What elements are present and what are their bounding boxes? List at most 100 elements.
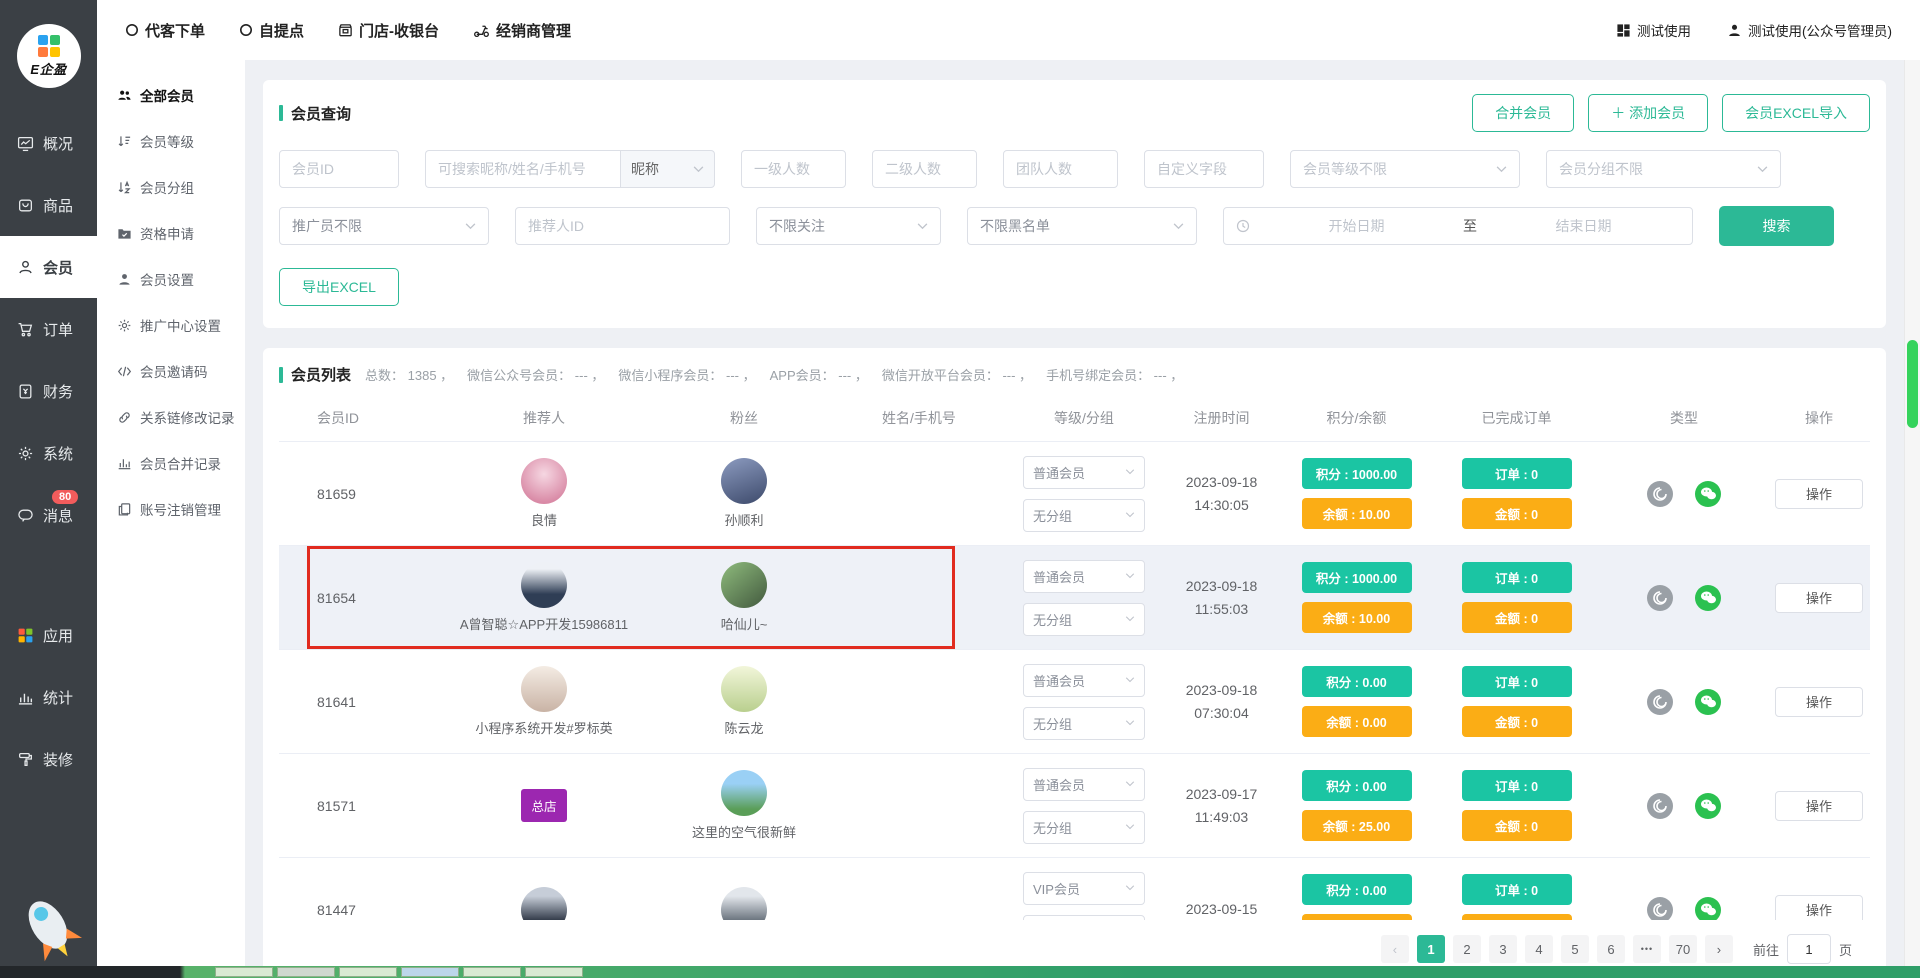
referrer-id-input[interactable] bbox=[515, 207, 730, 245]
group-select[interactable]: 无分组 bbox=[1023, 811, 1145, 844]
person-icon bbox=[117, 272, 132, 287]
wechat-type-icon bbox=[1695, 481, 1721, 507]
sidebar-item-members[interactable]: 会员 bbox=[0, 236, 97, 298]
keyword-input[interactable] bbox=[425, 150, 620, 188]
level2-count-input[interactable] bbox=[872, 150, 977, 188]
sidebar-item-apps[interactable]: 应用 bbox=[0, 604, 97, 666]
merge-members-button[interactable]: 合并会员 bbox=[1472, 94, 1574, 132]
gear-icon bbox=[17, 445, 34, 462]
test-account-label: 测试使用 bbox=[1637, 20, 1691, 40]
submenu-item-relation-log[interactable]: 关系链修改记录 bbox=[97, 394, 245, 440]
custom-field-input[interactable] bbox=[1144, 150, 1264, 188]
member-list-card: 会员列表 总数： 1385 ， 微信公众号会员： --- ， 微信小程序会员： … bbox=[263, 348, 1886, 978]
level-select[interactable]: 普通会员 bbox=[1023, 664, 1145, 697]
sidebar-item-statistics[interactable]: 统计 bbox=[0, 666, 97, 728]
row-action-button[interactable]: 操作 bbox=[1775, 687, 1863, 717]
test-account-entry[interactable]: 测试使用 bbox=[1616, 20, 1691, 40]
fan-avatar[interactable] bbox=[721, 458, 767, 504]
sidebar-item-system[interactable]: 系统 bbox=[0, 422, 97, 484]
team-count-input[interactable] bbox=[1003, 150, 1118, 188]
page-ellipsis[interactable]: ••• bbox=[1633, 935, 1661, 963]
sidebar-item-messages[interactable]: 消息 80 bbox=[0, 484, 97, 546]
submenu-item-invite-code[interactable]: 会员邀请码 bbox=[97, 348, 245, 394]
orders-badge: 订单 : 0 bbox=[1462, 770, 1572, 801]
page-button-6[interactable]: 6 bbox=[1597, 935, 1625, 963]
row-action-button[interactable]: 操作 bbox=[1775, 479, 1863, 509]
topnav-item-store-cashier[interactable]: 门店-收银台 bbox=[338, 20, 439, 41]
level-select[interactable]: 普通会员 bbox=[1023, 768, 1145, 801]
current-user[interactable]: 测试使用(公众号管理员) bbox=[1727, 20, 1892, 40]
add-member-button[interactable]: ＋ 添加会员 bbox=[1588, 94, 1708, 132]
date-range-picker[interactable]: 开始日期 至 结束日期 bbox=[1223, 207, 1693, 245]
sidebar-item-decoration[interactable]: 装修 bbox=[0, 728, 97, 790]
sidebar-item-overview[interactable]: 概况 bbox=[0, 112, 97, 174]
sidebar-item-finance[interactable]: 财务 bbox=[0, 360, 97, 422]
fan-avatar[interactable] bbox=[721, 770, 767, 816]
sidebar-item-orders[interactable]: 订单 bbox=[0, 298, 97, 360]
start-date-placeholder[interactable]: 开始日期 bbox=[1260, 216, 1453, 236]
fan-avatar[interactable] bbox=[721, 666, 767, 712]
submenu-item-member-settings[interactable]: 会员设置 bbox=[97, 256, 245, 302]
list-section-title: 会员列表 bbox=[279, 364, 351, 385]
level-select[interactable]: VIP会员 bbox=[1023, 872, 1145, 905]
taskbar-window-thumbnails[interactable] bbox=[215, 967, 583, 977]
app-type-icon bbox=[1647, 481, 1673, 507]
member-id: 81571 bbox=[279, 798, 429, 814]
row-action-button[interactable]: 操作 bbox=[1775, 583, 1863, 613]
submenu-item-qualification[interactable]: 资格申请 bbox=[97, 210, 245, 256]
page-button-70[interactable]: 70 bbox=[1669, 935, 1697, 963]
level-select[interactable]: 普通会员 bbox=[1023, 456, 1145, 489]
submenu-item-all-members[interactable]: 全部会员 bbox=[97, 72, 245, 118]
referrer-avatar[interactable] bbox=[521, 666, 567, 712]
submenu-item-member-levels[interactable]: 会员等级 bbox=[97, 118, 245, 164]
submenu-item-member-groups[interactable]: 会员分组 bbox=[97, 164, 245, 210]
group-select[interactable]: 无分组 bbox=[1023, 707, 1145, 740]
goto-page-input[interactable] bbox=[1787, 934, 1831, 964]
export-excel-button[interactable]: 导出EXCEL bbox=[279, 268, 399, 306]
level-select[interactable]: 普通会员 bbox=[1023, 560, 1145, 593]
blacklist-filter-select[interactable]: 不限黑名单 bbox=[967, 207, 1197, 245]
excel-import-button[interactable]: 会员EXCEL导入 bbox=[1722, 94, 1870, 132]
scrollbar-thumb[interactable] bbox=[1907, 340, 1918, 428]
current-user-label: 测试使用(公众号管理员) bbox=[1748, 20, 1892, 40]
member-id-input[interactable] bbox=[279, 150, 399, 188]
next-page-button[interactable]: › bbox=[1705, 935, 1733, 963]
referrer-avatar[interactable] bbox=[521, 458, 567, 504]
head-store-badge: 总店 bbox=[521, 789, 566, 822]
referrer-avatar[interactable] bbox=[521, 562, 567, 608]
member-level-select[interactable]: 会员等级不限 bbox=[1290, 150, 1520, 188]
vertical-scrollbar[interactable] bbox=[1904, 60, 1920, 966]
promoter-select[interactable]: 推广员不限 bbox=[279, 207, 489, 245]
submenu-item-promotion-settings[interactable]: 推广中心设置 bbox=[97, 302, 245, 348]
table-row-81571: 81571 总店 这里的空气很新鲜 普通会员 无分组 2023-09-1711:… bbox=[279, 753, 1870, 857]
taskbar-strip[interactable] bbox=[0, 966, 1920, 978]
follow-filter-select[interactable]: 不限关注 bbox=[756, 207, 941, 245]
group-select[interactable]: 无分组 bbox=[1023, 603, 1145, 636]
member-id: 81659 bbox=[279, 486, 429, 502]
level1-count-input[interactable] bbox=[741, 150, 846, 188]
circle-icon bbox=[125, 23, 139, 37]
topnav-item-dealer-management[interactable]: 经销商管理 bbox=[473, 20, 571, 41]
member-group-select[interactable]: 会员分组不限 bbox=[1546, 150, 1781, 188]
submenu-item-merge-log[interactable]: 会员合并记录 bbox=[97, 440, 245, 486]
page-button-5[interactable]: 5 bbox=[1561, 935, 1589, 963]
wechat-type-icon bbox=[1695, 585, 1721, 611]
end-date-placeholder[interactable]: 结束日期 bbox=[1487, 216, 1680, 236]
page-button-4[interactable]: 4 bbox=[1525, 935, 1553, 963]
page-button-2[interactable]: 2 bbox=[1453, 935, 1481, 963]
group-select[interactable]: 无分组 bbox=[1023, 499, 1145, 532]
submenu-item-account-cancellation[interactable]: 账号注销管理 bbox=[97, 486, 245, 532]
row-action-button[interactable]: 操作 bbox=[1775, 791, 1863, 821]
topnav-item-pickup-point[interactable]: 自提点 bbox=[239, 20, 304, 41]
search-button[interactable]: 搜索 bbox=[1719, 206, 1834, 246]
keyword-type-select[interactable]: 昵称 bbox=[620, 150, 715, 188]
topnav-item-proxy-order[interactable]: 代客下单 bbox=[125, 20, 205, 41]
page-button-1[interactable]: 1 bbox=[1417, 935, 1445, 963]
stat-mini-program: 微信小程序会员： --- ， bbox=[618, 365, 755, 384]
page-button-3[interactable]: 3 bbox=[1489, 935, 1517, 963]
sidebar-item-goods[interactable]: 商品 bbox=[0, 174, 97, 236]
prev-page-button[interactable]: ‹ bbox=[1381, 935, 1409, 963]
query-actions: 合并会员 ＋ 添加会员 会员EXCEL导入 bbox=[1472, 94, 1870, 132]
brand-logo[interactable]: E企盈 bbox=[0, 0, 97, 112]
fan-avatar[interactable] bbox=[721, 562, 767, 608]
